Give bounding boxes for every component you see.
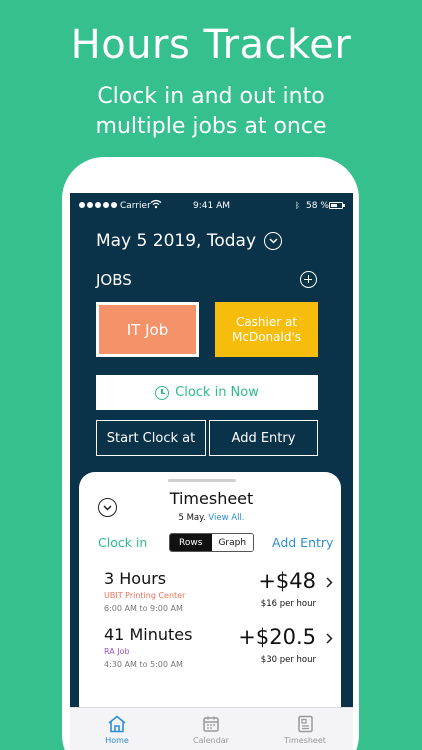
battery-icon [329, 202, 345, 209]
view-option-graph[interactable]: Graph [211, 534, 253, 551]
entry-time-range: 4:30 AM to 5:00 AM [104, 660, 183, 669]
entry-duration: 3 Hours [104, 569, 167, 588]
chevron-down-icon[interactable] [264, 232, 283, 250]
timesheet-entry[interactable]: 41 Minutes RA Job 4:30 AM to 5:00 AM +$2… [70, 625, 353, 680]
tab-timesheet-label: Timesheet [284, 736, 326, 745]
clock-in-now-button[interactable]: Clock in Now [96, 375, 318, 410]
view-toggle[interactable]: Rows Graph [169, 533, 254, 552]
jobs-heading: JOBS [96, 271, 132, 289]
tab-calendar-label: Calendar [193, 736, 229, 745]
timesheet-icon [298, 715, 313, 733]
timesheet-title: Timesheet [169, 489, 254, 508]
battery-percent: 58 % [306, 201, 329, 211]
tab-timesheet[interactable]: Timesheet [258, 708, 352, 750]
view-all-link[interactable]: View All. [208, 513, 244, 523]
chevron-right-icon[interactable] [326, 633, 333, 644]
clock-in-link[interactable]: Clock in [98, 535, 147, 550]
timesheet-date: 5 May. [178, 513, 206, 523]
clock-in-now-label: Clock in Now [175, 385, 259, 400]
entry-amount: +$20.5 [238, 625, 316, 649]
tab-home[interactable]: Home [70, 708, 164, 750]
current-date: May 5 2019, Today [96, 231, 257, 251]
add-job-icon[interactable] [300, 271, 317, 288]
add-entry-button[interactable]: Add Entry [209, 420, 318, 456]
timesheet-entry[interactable]: 3 Hours UBIT Printing Center 6:00 AM to … [70, 569, 353, 624]
promo-title: Hours Tracker [70, 22, 352, 68]
tab-calendar[interactable]: Calendar [164, 708, 258, 750]
clock-icon [155, 385, 170, 400]
job-card-cashier[interactable]: Cashier at McDonald's [215, 302, 318, 357]
bluetooth-icon: ᛒ [295, 201, 300, 210]
calendar-icon [203, 716, 219, 732]
app-screen: Carrier 9:41 AM ᛒ 58 % May 5 2019, Today… [70, 193, 353, 750]
entry-rate: $30 per hour [260, 655, 316, 665]
entry-job: UBIT Printing Center [104, 591, 186, 600]
chevron-right-icon[interactable] [326, 577, 333, 588]
promo-subtitle: Clock in and out into multiple jobs at o… [0, 82, 422, 142]
entry-rate: $16 per hour [260, 599, 316, 609]
date-selector[interactable]: May 5 2019, Today [96, 231, 283, 251]
promo-subtitle-line-1: Clock in and out into [97, 84, 325, 109]
entry-duration: 41 Minutes [104, 625, 193, 644]
entry-time-range: 6:00 AM to 9:00 AM [104, 604, 183, 613]
tab-bar: Home Calendar Timesheet [70, 707, 353, 750]
start-clock-at-button[interactable]: Start Clock at [96, 420, 206, 456]
timesheet-date-line: 5 May. View All. [70, 513, 353, 523]
entry-job: RA Job [104, 647, 130, 656]
tab-home-label: Home [105, 736, 129, 745]
add-entry-link[interactable]: Add Entry [272, 535, 333, 550]
entry-amount: +$48 [258, 569, 316, 593]
job-card-it-job[interactable]: IT Job [96, 302, 199, 357]
status-bar: Carrier 9:41 AM ᛒ 58 % [70, 193, 353, 221]
sheet-drag-handle[interactable] [168, 479, 236, 482]
view-option-rows[interactable]: Rows [170, 534, 212, 551]
promo-subtitle-line-2: multiple jobs at once [95, 114, 327, 139]
home-icon [108, 715, 126, 733]
